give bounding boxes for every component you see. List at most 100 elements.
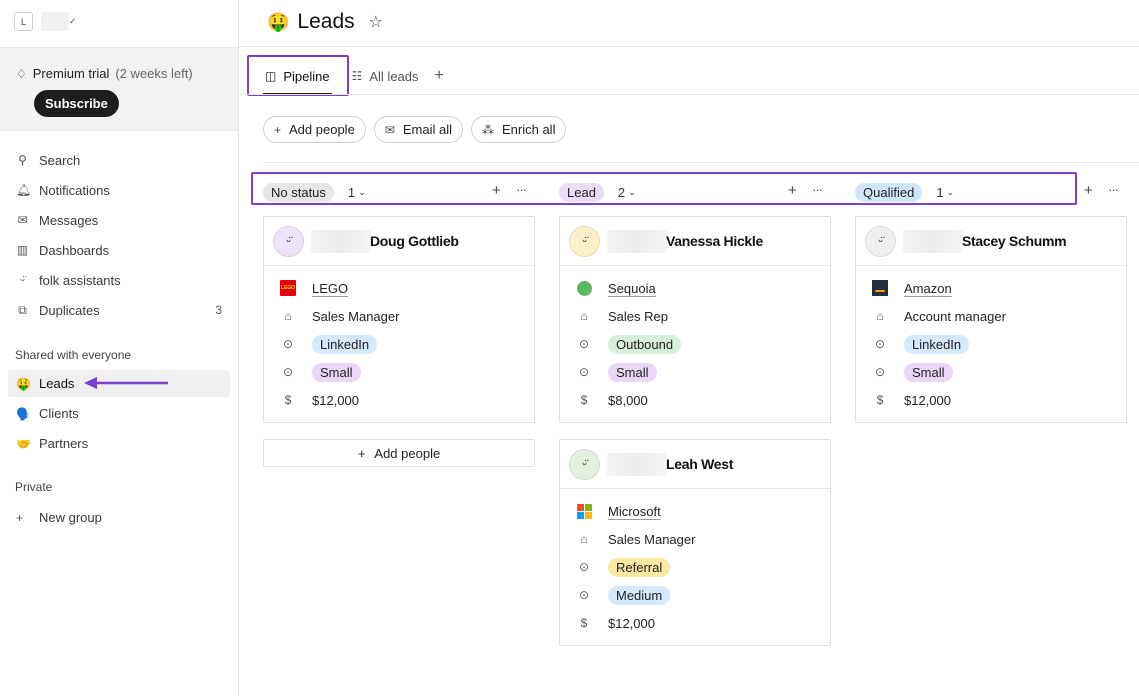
trial-remaining: (2 weeks left) [115, 66, 193, 81]
contact-name[interactable]: Stacey Schumm [962, 233, 1067, 249]
sidebar: L ✓ ♢ Premium trial (2 weeks left) Subsc… [0, 0, 239, 696]
add-card-icon[interactable]: + [1084, 182, 1093, 199]
email-all-button[interactable]: ✉ Email all [373, 116, 463, 143]
contact-name[interactable]: Leah West [666, 456, 733, 472]
tabs-highlight-box [247, 55, 349, 96]
avatar: ᵕ̈ [273, 225, 304, 257]
sidebar-item-messages[interactable]: ✉ Messages [0, 205, 238, 235]
button-label: Enrich all [501, 122, 556, 137]
add-view-button[interactable]: + [435, 67, 444, 85]
sequoia-logo-icon [576, 280, 592, 296]
divider [263, 162, 1139, 163]
premium-trial-banner: ♢ Premium trial (2 weeks left) Subscribe [0, 47, 238, 131]
annotation-arrow [84, 377, 168, 389]
mail-icon: ✉ [17, 213, 28, 227]
job-title: Sales Manager [608, 531, 696, 547]
source-tag[interactable]: Referral [608, 557, 671, 577]
contact-name[interactable]: Doug Gottlieb [370, 233, 459, 249]
diamond-icon: ♢ [16, 66, 27, 81]
duplicates-count: 3 [215, 303, 222, 317]
size-tag[interactable]: Medium [608, 585, 671, 605]
handshake-icon: 🤝 [16, 436, 31, 451]
deal-value: $8,000 [608, 392, 648, 408]
dollar-icon: $ [580, 616, 588, 630]
sidebar-item-label: Messages [39, 212, 99, 228]
company-link[interactable]: Sequoia [608, 281, 656, 296]
size-tag[interactable]: Small [608, 362, 657, 382]
sidebar-item-label: Dashboards [39, 242, 110, 258]
sidebar-item-label: Notifications [39, 182, 110, 198]
briefcase-icon: ⌂ [580, 532, 588, 546]
enrich-all-button[interactable]: ⁂ Enrich all [470, 116, 567, 143]
dropdown-circle-icon: ⊙ [874, 337, 886, 351]
contact-card[interactable]: ᵕ̈ Vanessa Hickle Sequoia ⌂ Sales Rep ⊙ Ou… [559, 216, 831, 423]
shared-section-label: Shared with everyone [15, 348, 132, 362]
search-icon: ⚲ [18, 153, 27, 167]
chevron-down-icon: ✓ [69, 16, 77, 26]
contact-card[interactable]: ᵕ̈ Stacey Schumm Amazon ⌂ Account manager… [855, 216, 1127, 423]
duplicate-icon: ⧉ [18, 302, 27, 317]
bell-icon: 🔔︎ [16, 183, 32, 197]
action-bar: + Add people ✉ Email all ⁂ Enrich all [263, 116, 567, 143]
contact-name[interactable]: Vanessa Hickle [666, 233, 763, 249]
job-title: Sales Rep [608, 308, 668, 324]
dollar-icon: $ [284, 393, 292, 407]
button-label: Add people [374, 445, 441, 461]
avatar: ᵕ̈ [569, 225, 600, 257]
company-link[interactable]: Microsoft [608, 504, 661, 519]
briefcase-icon: ⌂ [284, 309, 292, 323]
money-face-icon: 🤑 [267, 11, 290, 32]
sidebar-item-duplicates[interactable]: ⧉ Duplicates 3 [0, 295, 238, 325]
deal-value: $12,000 [904, 392, 951, 408]
new-group-button[interactable]: + New group [8, 504, 230, 531]
sidebar-item-dashboards[interactable]: ▥ Dashboards [0, 235, 238, 265]
magic-wand-icon: ⁂ [481, 122, 494, 137]
company-link[interactable]: LEGO [312, 281, 348, 296]
sidebar-item-label: Leads [39, 376, 75, 391]
redacted-text [311, 229, 371, 253]
sidebar-item-search[interactable]: ⚲ Search [0, 145, 238, 175]
sidebar-item-label: folk assistants [39, 272, 121, 288]
more-icon[interactable]: ··· [1108, 182, 1119, 197]
sidebar-item-notifications[interactable]: 🔔︎ Notifications [0, 175, 238, 205]
columns-highlight-box [251, 172, 1077, 205]
dropdown-circle-icon: ⊙ [282, 337, 294, 351]
deal-value: $12,000 [608, 615, 655, 631]
sidebar-item-clients[interactable]: 🗣️ Clients [8, 400, 230, 427]
sidebar-item-folk-assistants[interactable]: ᵕ̈ folk assistants [0, 265, 238, 295]
dollar-icon: $ [580, 393, 588, 407]
workspace-logo: L [14, 12, 33, 31]
divider [239, 46, 1139, 47]
page-title: Leads [297, 10, 355, 33]
button-label: Add people [289, 122, 355, 137]
amazon-logo-icon [872, 280, 888, 296]
sidebar-item-label: Partners [39, 436, 89, 451]
workspace-switcher[interactable]: L ✓ [14, 12, 77, 31]
workspace-name-redacted [41, 12, 69, 31]
source-tag[interactable]: LinkedIn [312, 334, 378, 354]
source-tag[interactable]: Outbound [608, 334, 682, 354]
microsoft-logo-icon [576, 503, 592, 519]
contact-card[interactable]: ᵕ̈ Doug Gottlieb LEGO LEGO ⌂ Sales Manager… [263, 216, 535, 423]
tab-all-leads[interactable]: ☷ All leads [350, 57, 421, 95]
new-group-label: New group [39, 510, 102, 525]
avatar: ᵕ̈ [569, 448, 600, 480]
trial-label: Premium trial [32, 66, 110, 81]
add-people-column-button[interactable]: + Add people [263, 439, 535, 467]
sidebar-item-partners[interactable]: 🤝 Partners [8, 430, 230, 457]
size-tag[interactable]: Small [904, 362, 953, 382]
speaking-head-icon: 🗣️ [16, 406, 31, 421]
button-label: Email all [402, 122, 452, 137]
company-link[interactable]: Amazon [904, 281, 952, 296]
star-icon[interactable]: ☆ [369, 12, 383, 32]
plus-icon: + [274, 122, 282, 137]
briefcase-icon: ⌂ [876, 309, 884, 323]
table-icon: ☷ [351, 69, 363, 83]
contact-card[interactable]: ᵕ̈ Leah West Microsoft ⌂ Sales Manager ⊙ R… [559, 439, 831, 646]
size-tag[interactable]: Small [312, 362, 361, 382]
subscribe-button[interactable]: Subscribe [34, 90, 119, 117]
redacted-text [903, 229, 963, 253]
dollar-icon: $ [876, 393, 884, 407]
source-tag[interactable]: LinkedIn [904, 334, 970, 354]
add-people-button[interactable]: + Add people [263, 116, 366, 143]
